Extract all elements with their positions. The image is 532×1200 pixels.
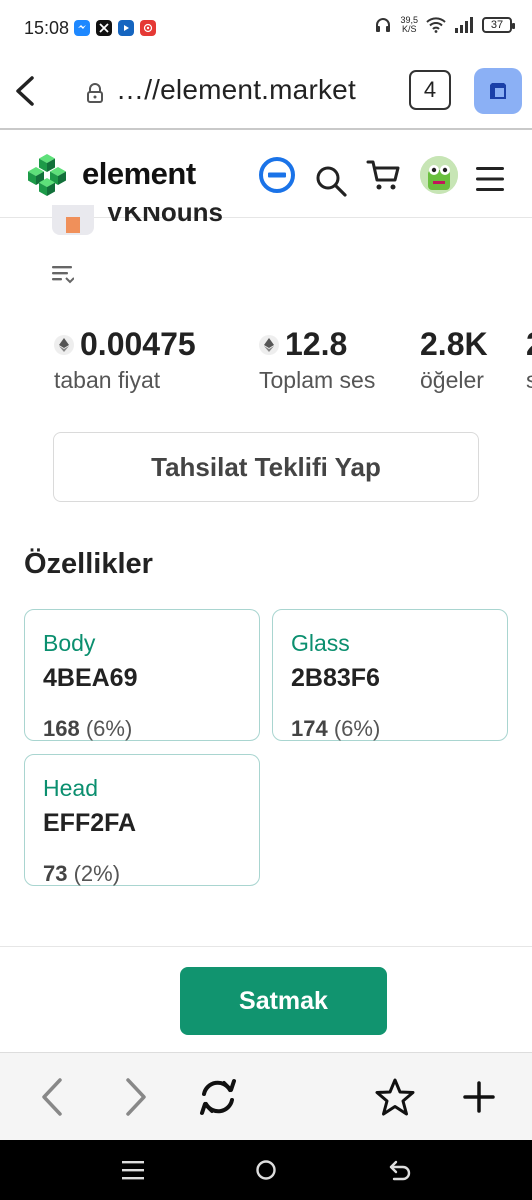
url-field[interactable]: …//element.market: [116, 74, 356, 106]
trait-count-number: 73: [43, 861, 68, 886]
collection-offer-button[interactable]: Tahsilat Teklifi Yap: [53, 432, 479, 502]
trait-percent: (6%): [333, 716, 381, 741]
lock-icon: [87, 83, 103, 103]
network-speed-unit: K/S: [401, 24, 417, 34]
back-arrow-icon[interactable]: [12, 74, 40, 108]
status-time: 15:08: [24, 18, 70, 38]
trait-value: 2B83F6: [291, 664, 380, 692]
system-back-icon[interactable]: [388, 1159, 412, 1181]
stat-label: s: [526, 367, 532, 393]
status-indicators: 39,5 K/S 37: [374, 16, 515, 34]
description-toggle-icon[interactable]: [52, 264, 74, 284]
video-icon: [118, 20, 134, 36]
recents-icon[interactable]: [122, 1160, 144, 1180]
wifi-icon: [426, 17, 446, 33]
android-nav-bar: [0, 1140, 532, 1200]
home-icon[interactable]: [255, 1159, 277, 1181]
browser-bottom-nav: [0, 1052, 532, 1140]
element-logo-icon[interactable]: [24, 152, 70, 198]
traits-title: Özellikler: [24, 548, 153, 580]
trait-count: 174 (6%): [291, 716, 380, 742]
reload-icon[interactable]: [196, 1077, 240, 1117]
target-icon: [140, 20, 156, 36]
tab-switcher-button[interactable]: 4: [409, 70, 451, 110]
search-icon[interactable]: [314, 164, 348, 198]
headset-icon: [376, 18, 391, 32]
trait-count: 168 (6%): [43, 716, 132, 742]
stat-label: öğeler: [420, 367, 484, 393]
bookmark-star-icon[interactable]: [375, 1077, 415, 1117]
stat-value: 12.8: [285, 326, 348, 362]
sell-button[interactable]: Satmak: [180, 967, 387, 1035]
stat-value-row: 2: [526, 326, 532, 363]
trait-card-glass[interactable]: Glass 2B83F6 174 (6%): [272, 609, 508, 741]
trait-value: 4BEA69: [43, 664, 138, 692]
stat-value: 2: [526, 326, 532, 363]
signal-icon: [455, 17, 473, 33]
extension-icon: [490, 83, 506, 99]
x-icon: [96, 20, 112, 36]
menu-icon[interactable]: [476, 166, 504, 192]
stat-value: 0.00475: [80, 326, 196, 362]
collection-thumbnail: [52, 205, 94, 235]
trait-count-number: 174: [291, 716, 328, 741]
eth-icon: [54, 334, 74, 355]
stat-items: 2.8K öğeler: [420, 326, 488, 394]
trait-type: Head: [43, 775, 98, 801]
trait-type: Glass: [291, 630, 350, 656]
collection-stats: 0.00475 taban fiyat 12.8 Toplam ses 2.8K…: [54, 326, 532, 398]
stat-floor-price: 0.00475 taban fiyat: [54, 326, 196, 394]
nav-forward-icon[interactable]: [122, 1077, 150, 1117]
action-footer: Satmak: [0, 946, 532, 1052]
trait-percent: (6%): [85, 716, 133, 741]
cart-icon[interactable]: [366, 158, 402, 192]
stat-value: 2.8K: [420, 326, 488, 362]
status-app-icons: [74, 20, 156, 36]
stat-value-row: 2.8K: [420, 326, 488, 363]
battery-indicator: 37: [482, 17, 515, 33]
trait-value: EFF2FA: [43, 809, 137, 837]
avatar[interactable]: [420, 156, 458, 194]
trait-type: Body: [43, 630, 96, 656]
stat-value-row: 0.00475: [54, 326, 196, 363]
eth-icon: [259, 334, 279, 355]
extension-button[interactable]: [474, 68, 522, 114]
trait-percent: (2%): [73, 861, 121, 886]
messenger-icon: [74, 20, 90, 36]
stat-total-volume: 12.8 Toplam ses: [259, 326, 375, 394]
nav-back-icon[interactable]: [38, 1077, 66, 1117]
new-tab-plus-icon[interactable]: [463, 1081, 495, 1113]
trait-card-head[interactable]: Head EFF2FA 73 (2%): [24, 754, 260, 886]
trait-count: 73 (2%): [43, 861, 120, 887]
stat-owners: 2 s: [526, 326, 532, 394]
logo-text[interactable]: element: [82, 156, 196, 192]
trait-count-number: 168: [43, 716, 80, 741]
stat-label: taban fiyat: [54, 367, 161, 393]
network-toggle-icon[interactable]: [258, 156, 296, 194]
stat-label: Toplam ses: [259, 367, 376, 393]
stat-value-row: 12.8: [259, 326, 375, 363]
browser-url-bar: …//element.market 4: [0, 58, 532, 130]
trait-card-body[interactable]: Body 4BEA69 168 (6%): [24, 609, 260, 741]
status-bar: 15:08 39,5 K/S 37: [0, 0, 532, 58]
network-speed: 39,5 K/S: [400, 16, 418, 34]
